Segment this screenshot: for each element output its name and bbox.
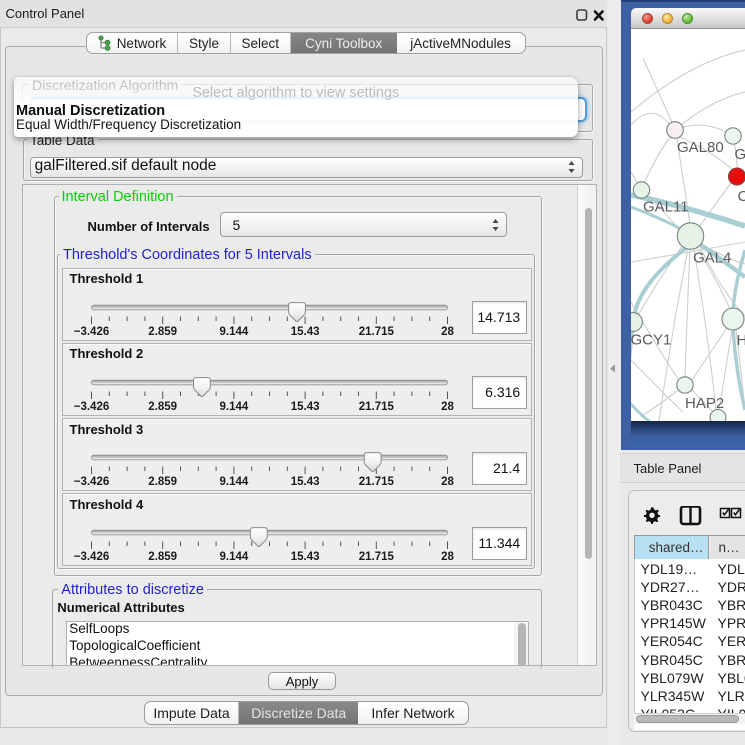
svg-text:−3.426: −3.426 [73,401,109,413]
svg-text:2.859: 2.859 [148,476,177,488]
svg-text:15.43: 15.43 [290,401,319,413]
svg-text:C: C [738,188,745,205]
svg-text:H: H [737,332,745,349]
svg-text:21.715: 21.715 [358,401,394,413]
svg-text:GAL11: GAL11 [643,199,689,216]
svg-text:HAP2: HAP2 [685,395,724,412]
svg-text:GA: GA [735,146,745,163]
svg-text:−3.426: −3.426 [73,476,109,488]
svg-text:15.43: 15.43 [290,325,319,337]
svg-text:GAL80: GAL80 [677,139,724,156]
svg-text:21.715: 21.715 [358,551,394,563]
svg-text:28: 28 [441,551,454,563]
svg-text:−3.426: −3.426 [73,551,109,563]
svg-text:28: 28 [441,325,454,337]
svg-text:9.144: 9.144 [219,551,248,563]
svg-text:28: 28 [441,401,454,413]
svg-text:9.144: 9.144 [219,476,248,488]
svg-text:GAL4: GAL4 [693,250,731,267]
svg-text:28: 28 [441,476,454,488]
svg-text:2.859: 2.859 [148,401,177,413]
svg-text:21.715: 21.715 [358,476,394,488]
svg-text:15.43: 15.43 [290,476,319,488]
svg-text:21.715: 21.715 [358,325,394,337]
svg-text:9.144: 9.144 [219,325,248,337]
svg-text:−3.426: −3.426 [73,325,109,337]
svg-text:15.43: 15.43 [290,551,319,563]
svg-text:2.859: 2.859 [148,551,177,563]
svg-text:GCY1: GCY1 [631,332,671,349]
svg-text:2.859: 2.859 [148,325,177,337]
svg-text:9.144: 9.144 [219,401,248,413]
